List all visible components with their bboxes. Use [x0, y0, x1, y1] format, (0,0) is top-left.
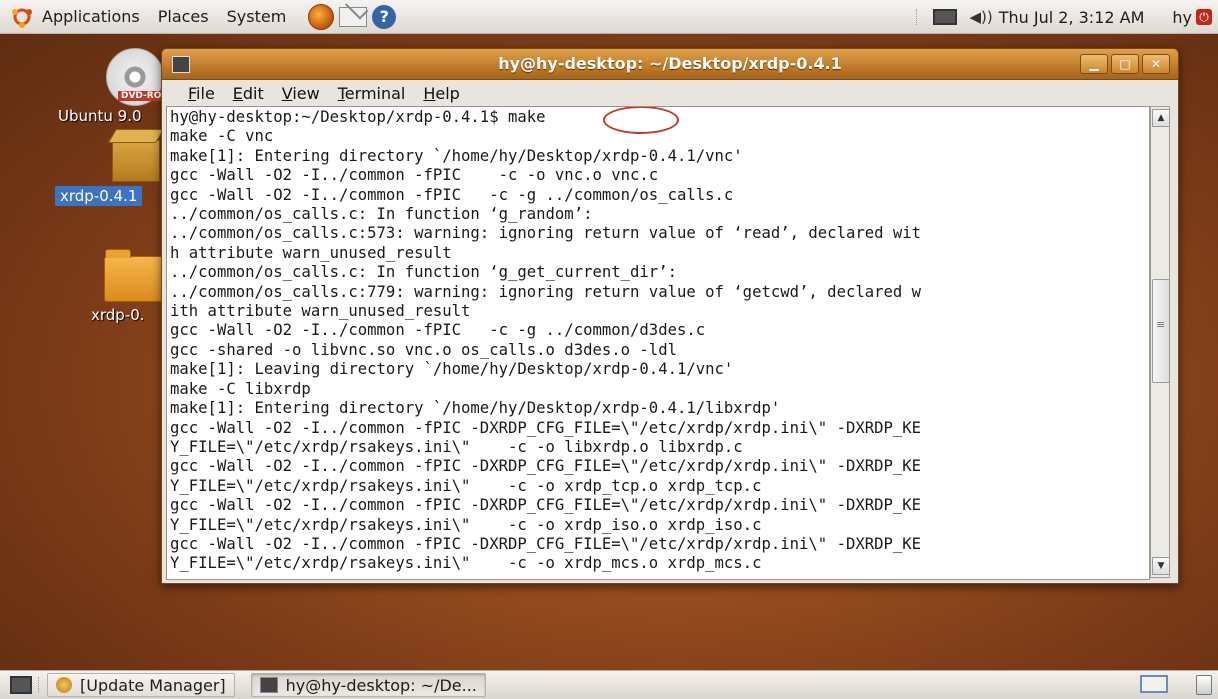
terminal-line: Y_FILE=\"/etc/xrdp/rsakeys.ini\" -c -o x…	[170, 515, 762, 534]
taskbar-item-terminal[interactable]: hy@hy-desktop: ~/De...	[250, 673, 486, 697]
power-icon[interactable]: ⏻	[1196, 9, 1212, 25]
top-panel: Applications Places System ? ◀)) Thu Jul…	[0, 0, 1218, 34]
terminal-line: ith attribute warn_unused_result	[170, 302, 471, 321]
taskbar-item-label: [Update Manager]	[80, 675, 226, 695]
terminal-line: Y_FILE=\"/etc/xrdp/rsakeys.ini\" -c -o x…	[170, 476, 762, 495]
window-controls: ▁ □ ✕	[1080, 54, 1170, 74]
ubuntu-logo-icon[interactable]	[10, 5, 34, 29]
terminal-prompt: hy@hy-desktop:~/Desktop/xrdp-0.4.1$	[170, 108, 508, 126]
help-icon[interactable]: ?	[372, 4, 397, 29]
terminal-line: gcc -Wall -O2 -I../common -fPIC -DXRDP_C…	[170, 496, 922, 515]
terminal-line: make[1]: Leaving directory `/home/hy/Des…	[170, 360, 734, 379]
terminal-line: gcc -Wall -O2 -I../common -fPIC -c -g ..…	[170, 185, 734, 204]
scroll-up-arrow-icon[interactable]: ▲	[1152, 109, 1170, 127]
terminal-line: ../common/os_calls.c: In function ‘g_ran…	[170, 205, 593, 224]
scrollbar-thumb[interactable]	[1152, 279, 1170, 383]
terminal-window: hy@hy-desktop: ~/Desktop/xrdp-0.4.1 ▁ □ …	[161, 48, 1179, 584]
terminal-menubar: File Edit View Terminal Help	[162, 80, 1178, 106]
menu-file[interactable]: File	[188, 84, 215, 103]
menu-edit[interactable]: Edit	[233, 84, 264, 103]
terminal-line: ../common/os_calls.c: In function ‘g_get…	[170, 263, 677, 282]
bottom-panel: [Update Manager] hy@hy-desktop: ~/De...	[0, 670, 1218, 699]
scroll-down-arrow-icon[interactable]: ▼	[1152, 557, 1170, 575]
terminal-line: make[1]: Entering directory `/home/hy/De…	[170, 399, 781, 418]
user-name[interactable]: hy	[1172, 8, 1192, 27]
panel-separator	[38, 677, 41, 693]
folder-icon[interactable]	[104, 249, 164, 302]
terminal-line: gcc -shared -o libvnc.so vnc.o os_calls.…	[170, 340, 677, 359]
trash-icon[interactable]	[1196, 675, 1212, 695]
menu-applications[interactable]: Applications	[42, 7, 140, 26]
terminal-line: make -C libxrdp	[170, 379, 311, 398]
minimize-button[interactable]: ▁	[1080, 54, 1108, 74]
package-icon[interactable]	[112, 140, 160, 182]
menu-view[interactable]: View	[282, 84, 320, 103]
terminal-line: ../common/os_calls.c:779: warning: ignor…	[170, 282, 922, 301]
terminal-line: Y_FILE=\"/etc/xrdp/rsakeys.ini\" -c -o x…	[170, 554, 762, 573]
terminal-output[interactable]: hy@hy-desktop:~/Desktop/xrdp-0.4.1$ make…	[166, 106, 1150, 580]
menu-terminal[interactable]: Terminal	[338, 84, 406, 103]
terminal-line: gcc -Wall -O2 -I../common -fPIC -c -o vn…	[170, 166, 659, 185]
terminal-line: make[1]: Entering directory `/home/hy/De…	[170, 146, 743, 165]
terminal-line: gcc -Wall -O2 -I../common -fPIC -DXRDP_C…	[170, 418, 922, 437]
clock[interactable]: Thu Jul 2, 3:12 AM	[999, 8, 1145, 27]
close-button[interactable]: ✕	[1142, 54, 1170, 74]
terminal-icon	[259, 677, 278, 693]
workspace-switcher[interactable]	[1140, 675, 1168, 693]
panel-separator	[916, 9, 919, 25]
terminal-line: make -C vnc	[170, 127, 274, 146]
menu-system[interactable]: System	[227, 7, 287, 26]
taskbar-item-label: hy@hy-desktop: ~/De...	[285, 675, 477, 695]
desktop-icon-label-xrdp-folder[interactable]: xrdp-0.	[91, 306, 145, 324]
maximize-button[interactable]: □	[1111, 54, 1139, 74]
desktop-icon-label-xrdp[interactable]: xrdp-0.4.1	[55, 186, 143, 206]
terminal-line: gcc -Wall -O2 -I../common -fPIC -c -g ..…	[170, 321, 706, 340]
volume-icon[interactable]: ◀))	[969, 8, 992, 26]
window-title: hy@hy-desktop: ~/Desktop/xrdp-0.4.1	[498, 54, 842, 73]
firefox-icon[interactable]	[308, 3, 335, 30]
terminal-line: h attribute warn_unused_result	[170, 243, 452, 262]
terminal-line: Y_FILE=\"/etc/xrdp/rsakeys.ini\" -c -o l…	[170, 437, 743, 456]
terminal-line: gcc -Wall -O2 -I../common -fPIC -DXRDP_C…	[170, 457, 922, 476]
terminal-scrollbar[interactable]: ▲ ▼	[1150, 106, 1170, 578]
terminal-text: hy@hy-desktop:~/Desktop/xrdp-0.4.1$ make…	[167, 107, 1149, 574]
terminal-command: make	[507, 108, 546, 126]
window-titlebar[interactable]: hy@hy-desktop: ~/Desktop/xrdp-0.4.1 ▁ □ …	[162, 49, 1178, 80]
update-manager-icon	[56, 677, 72, 693]
menu-places[interactable]: Places	[158, 7, 209, 26]
terminal-line: gcc -Wall -O2 -I../common -fPIC -DXRDP_C…	[170, 534, 922, 553]
menu-help[interactable]: Help	[423, 84, 459, 103]
mail-icon[interactable]	[339, 6, 368, 27]
terminal-line: ../common/os_calls.c:573: warning: ignor…	[170, 224, 922, 243]
network-icon[interactable]	[933, 9, 958, 25]
panel-tray: ◀)) Thu Jul 2, 3:12 AM hy ⏻	[916, 0, 1218, 34]
terminal-icon[interactable]	[172, 56, 190, 73]
taskbar-item-update-manager[interactable]: [Update Manager]	[47, 673, 235, 697]
show-desktop-icon[interactable]	[10, 676, 32, 694]
desktop-icon-label-dvd[interactable]: Ubuntu 9.0	[58, 107, 142, 125]
